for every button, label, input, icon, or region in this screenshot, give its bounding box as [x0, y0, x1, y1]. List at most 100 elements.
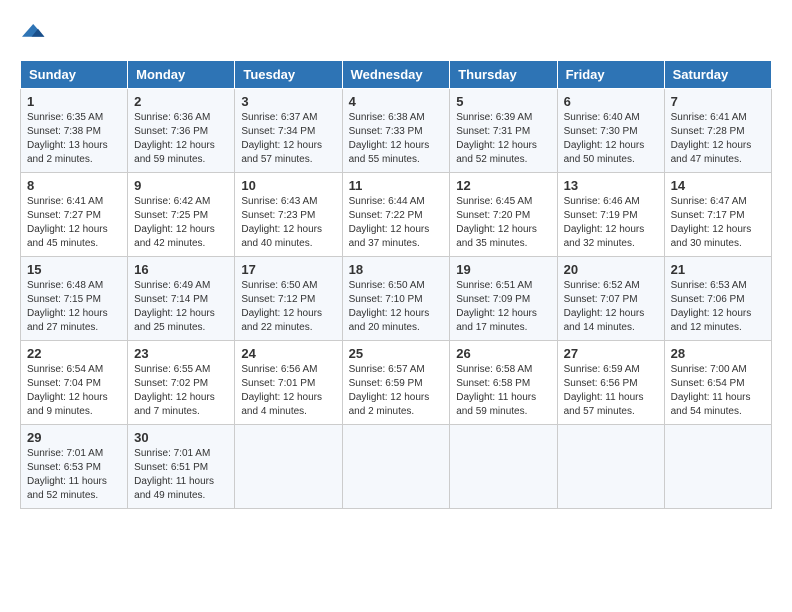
day-number: 25	[349, 346, 444, 361]
cell-content: Sunrise: 6:59 AM Sunset: 6:56 PM Dayligh…	[564, 363, 658, 419]
cell-content: Sunrise: 6:52 AM Sunset: 7:07 PM Dayligh…	[564, 279, 658, 335]
calendar-cell	[664, 425, 771, 509]
calendar-week-row: 1 Sunrise: 6:35 AM Sunset: 7:38 PM Daylig…	[21, 89, 772, 173]
cell-content: Sunrise: 7:01 AM Sunset: 6:53 PM Dayligh…	[27, 447, 121, 503]
calendar-cell: 9 Sunrise: 6:42 AM Sunset: 7:25 PM Daylig…	[128, 173, 235, 257]
calendar-cell: 27 Sunrise: 6:59 AM Sunset: 6:56 PM Dayli…	[557, 341, 664, 425]
calendar-header-row: SundayMondayTuesdayWednesdayThursdayFrid…	[21, 61, 772, 89]
calendar-cell: 13 Sunrise: 6:46 AM Sunset: 7:19 PM Dayli…	[557, 173, 664, 257]
day-number: 5	[456, 94, 550, 109]
day-number: 18	[349, 262, 444, 277]
calendar-cell	[450, 425, 557, 509]
day-number: 26	[456, 346, 550, 361]
day-number: 7	[671, 94, 765, 109]
calendar-cell: 21Sunrise: 6:53 AM Sunset: 7:06 PM Dayli…	[664, 257, 771, 341]
calendar-cell: 8 Sunrise: 6:41 AM Sunset: 7:27 PM Daylig…	[21, 173, 128, 257]
calendar-cell: 12 Sunrise: 6:45 AM Sunset: 7:20 PM Dayli…	[450, 173, 557, 257]
calendar-cell: 30 Sunrise: 7:01 AM Sunset: 6:51 PM Dayli…	[128, 425, 235, 509]
cell-content: Sunrise: 6:44 AM Sunset: 7:22 PM Dayligh…	[349, 195, 444, 251]
day-number: 16	[134, 262, 228, 277]
calendar-week-row: 15 Sunrise: 6:48 AM Sunset: 7:15 PM Dayli…	[21, 257, 772, 341]
day-number: 2	[134, 94, 228, 109]
day-number: 13	[564, 178, 658, 193]
calendar-cell: 1 Sunrise: 6:35 AM Sunset: 7:38 PM Daylig…	[21, 89, 128, 173]
cell-content: Sunrise: 6:51 AM Sunset: 7:09 PM Dayligh…	[456, 279, 550, 335]
day-number: 11	[349, 178, 444, 193]
calendar-cell: 15 Sunrise: 6:48 AM Sunset: 7:15 PM Dayli…	[21, 257, 128, 341]
calendar-cell: 24 Sunrise: 6:56 AM Sunset: 7:01 PM Dayli…	[235, 341, 342, 425]
cell-content: Sunrise: 6:39 AM Sunset: 7:31 PM Dayligh…	[456, 111, 550, 167]
day-number: 10	[241, 178, 335, 193]
day-of-week-header: Thursday	[450, 61, 557, 89]
calendar-cell: 4 Sunrise: 6:38 AM Sunset: 7:33 PM Daylig…	[342, 89, 450, 173]
cell-content: Sunrise: 6:41 AM Sunset: 7:28 PM Dayligh…	[671, 111, 765, 167]
calendar-cell: 3 Sunrise: 6:37 AM Sunset: 7:34 PM Daylig…	[235, 89, 342, 173]
day-number: 8	[27, 178, 121, 193]
day-number: 15	[27, 262, 121, 277]
calendar-cell: 16 Sunrise: 6:49 AM Sunset: 7:14 PM Dayli…	[128, 257, 235, 341]
day-number: 22	[27, 346, 121, 361]
calendar-cell: 11 Sunrise: 6:44 AM Sunset: 7:22 PM Dayli…	[342, 173, 450, 257]
calendar-table: SundayMondayTuesdayWednesdayThursdayFrid…	[20, 60, 772, 509]
cell-content: Sunrise: 6:50 AM Sunset: 7:12 PM Dayligh…	[241, 279, 335, 335]
day-number: 20	[564, 262, 658, 277]
day-of-week-header: Monday	[128, 61, 235, 89]
cell-content: Sunrise: 6:55 AM Sunset: 7:02 PM Dayligh…	[134, 363, 228, 419]
day-number: 3	[241, 94, 335, 109]
calendar-cell: 25 Sunrise: 6:57 AM Sunset: 6:59 PM Dayli…	[342, 341, 450, 425]
cell-content: Sunrise: 6:48 AM Sunset: 7:15 PM Dayligh…	[27, 279, 121, 335]
cell-content: Sunrise: 6:35 AM Sunset: 7:38 PM Dayligh…	[27, 111, 121, 167]
cell-content: Sunrise: 6:56 AM Sunset: 7:01 PM Dayligh…	[241, 363, 335, 419]
calendar-cell: 18 Sunrise: 6:50 AM Sunset: 7:10 PM Dayli…	[342, 257, 450, 341]
calendar-cell	[557, 425, 664, 509]
calendar-cell: 23 Sunrise: 6:55 AM Sunset: 7:02 PM Dayli…	[128, 341, 235, 425]
day-number: 30	[134, 430, 228, 445]
cell-content: Sunrise: 6:45 AM Sunset: 7:20 PM Dayligh…	[456, 195, 550, 251]
calendar-week-row: 22 Sunrise: 6:54 AM Sunset: 7:04 PM Dayli…	[21, 341, 772, 425]
day-number: 6	[564, 94, 658, 109]
day-number: 4	[349, 94, 444, 109]
cell-content: Sunrise: 6:43 AM Sunset: 7:23 PM Dayligh…	[241, 195, 335, 251]
cell-content: Sunrise: 6:58 AM Sunset: 6:58 PM Dayligh…	[456, 363, 550, 419]
cell-content: Sunrise: 6:46 AM Sunset: 7:19 PM Dayligh…	[564, 195, 658, 251]
calendar-cell: 20 Sunrise: 6:52 AM Sunset: 7:07 PM Dayli…	[557, 257, 664, 341]
day-number: 14	[671, 178, 765, 193]
page-header	[20, 20, 772, 44]
cell-content: Sunrise: 6:57 AM Sunset: 6:59 PM Dayligh…	[349, 363, 444, 419]
day-number: 28	[671, 346, 765, 361]
calendar-week-row: 8 Sunrise: 6:41 AM Sunset: 7:27 PM Daylig…	[21, 173, 772, 257]
logo-icon	[22, 20, 46, 44]
calendar-cell: 28 Sunrise: 7:00 AM Sunset: 6:54 PM Dayli…	[664, 341, 771, 425]
day-of-week-header: Tuesday	[235, 61, 342, 89]
calendar-cell: 7 Sunrise: 6:41 AM Sunset: 7:28 PM Daylig…	[664, 89, 771, 173]
calendar-cell: 17 Sunrise: 6:50 AM Sunset: 7:12 PM Dayli…	[235, 257, 342, 341]
calendar-cell: 14Sunrise: 6:47 AM Sunset: 7:17 PM Dayli…	[664, 173, 771, 257]
calendar-week-row: 29Sunrise: 7:01 AM Sunset: 6:53 PM Dayli…	[21, 425, 772, 509]
day-number: 9	[134, 178, 228, 193]
cell-content: Sunrise: 6:54 AM Sunset: 7:04 PM Dayligh…	[27, 363, 121, 419]
cell-content: Sunrise: 6:40 AM Sunset: 7:30 PM Dayligh…	[564, 111, 658, 167]
day-number: 24	[241, 346, 335, 361]
cell-content: Sunrise: 7:00 AM Sunset: 6:54 PM Dayligh…	[671, 363, 765, 419]
day-number: 27	[564, 346, 658, 361]
cell-content: Sunrise: 7:01 AM Sunset: 6:51 PM Dayligh…	[134, 447, 228, 503]
calendar-cell	[235, 425, 342, 509]
cell-content: Sunrise: 6:37 AM Sunset: 7:34 PM Dayligh…	[241, 111, 335, 167]
cell-content: Sunrise: 6:49 AM Sunset: 7:14 PM Dayligh…	[134, 279, 228, 335]
cell-content: Sunrise: 6:42 AM Sunset: 7:25 PM Dayligh…	[134, 195, 228, 251]
day-number: 23	[134, 346, 228, 361]
day-number: 17	[241, 262, 335, 277]
cell-content: Sunrise: 6:41 AM Sunset: 7:27 PM Dayligh…	[27, 195, 121, 251]
logo	[20, 20, 46, 44]
day-of-week-header: Friday	[557, 61, 664, 89]
day-number: 1	[27, 94, 121, 109]
calendar-cell: 29Sunrise: 7:01 AM Sunset: 6:53 PM Dayli…	[21, 425, 128, 509]
day-of-week-header: Saturday	[664, 61, 771, 89]
day-of-week-header: Wednesday	[342, 61, 450, 89]
cell-content: Sunrise: 6:36 AM Sunset: 7:36 PM Dayligh…	[134, 111, 228, 167]
calendar-cell: 26 Sunrise: 6:58 AM Sunset: 6:58 PM Dayli…	[450, 341, 557, 425]
cell-content: Sunrise: 6:50 AM Sunset: 7:10 PM Dayligh…	[349, 279, 444, 335]
calendar-cell: 2 Sunrise: 6:36 AM Sunset: 7:36 PM Daylig…	[128, 89, 235, 173]
cell-content: Sunrise: 6:38 AM Sunset: 7:33 PM Dayligh…	[349, 111, 444, 167]
day-number: 12	[456, 178, 550, 193]
